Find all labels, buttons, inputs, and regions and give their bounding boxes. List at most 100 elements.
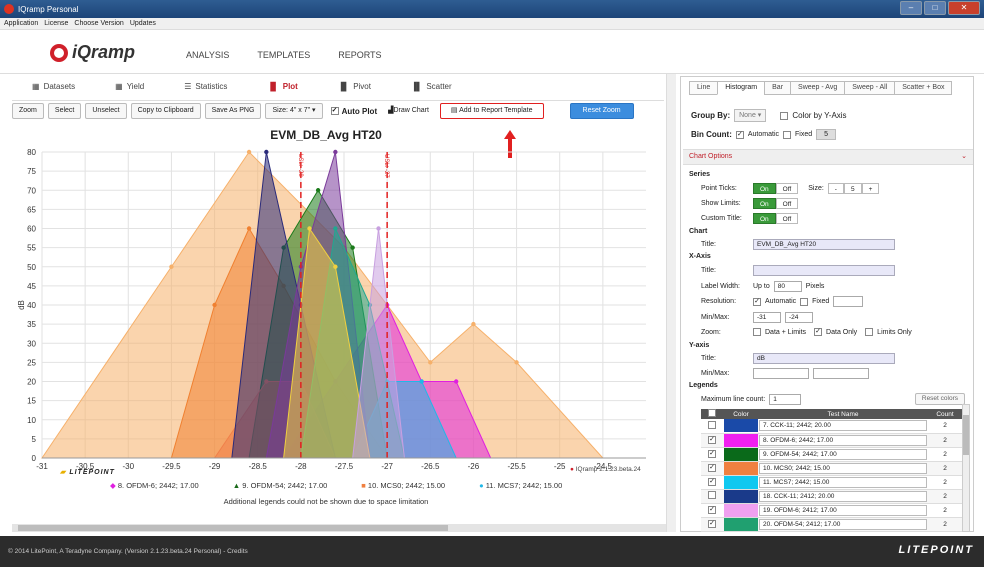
color-cell[interactable] [723, 503, 759, 518]
chart-options-header[interactable]: Chart Options ⌄ [683, 149, 973, 165]
point-ticks-toggle[interactable]: On Off [753, 183, 799, 194]
color-cell[interactable] [723, 433, 759, 448]
menu-license[interactable]: License [44, 20, 68, 27]
size-dropdown[interactable]: Size: 4" x 7" ▾ [265, 103, 323, 119]
tab-scatter[interactable]: ▐▌ Scatter [391, 78, 472, 96]
group-by-dropdown[interactable]: None ▾ [734, 109, 767, 122]
resolution-input[interactable] [833, 296, 864, 307]
zoom-button[interactable]: Zoom [12, 103, 44, 119]
color-swatch[interactable] [724, 503, 758, 517]
tab-sweep-all[interactable]: Sweep - All [844, 81, 896, 95]
color-cell[interactable] [723, 517, 759, 532]
nav-reports[interactable]: REPORTS [338, 50, 381, 60]
table-row[interactable]: ✓ 9. OFDM-54; 2442; 17.00 2 [701, 447, 963, 462]
label-width-input[interactable]: 80 [773, 281, 802, 292]
test-name[interactable]: 20. OFDM-54; 2412; 17.00 [759, 518, 927, 530]
limits-only-checkbox[interactable] [865, 328, 874, 336]
test-name[interactable]: 19. OFDM-6; 2412; 17.00 [759, 504, 927, 516]
size-stepper[interactable]: -5 + [827, 183, 880, 194]
color-cell[interactable] [723, 489, 759, 504]
tab-sweep-avg[interactable]: Sweep - Avg [790, 81, 846, 95]
menu-choose-version[interactable]: Choose Version [74, 20, 123, 27]
resolution-automatic-checkbox[interactable]: ✓ [753, 297, 761, 306]
iqramp-logo[interactable]: iQramp [50, 42, 135, 63]
x-axis-title-input[interactable] [753, 265, 895, 276]
row-checkbox[interactable] [708, 420, 716, 429]
data-limits-checkbox[interactable] [753, 328, 761, 336]
color-swatch[interactable] [724, 419, 758, 433]
close-button[interactable]: ✕ [948, 1, 980, 15]
size-value[interactable]: 5 [843, 183, 862, 194]
increment-button[interactable]: + [861, 183, 880, 194]
color-swatch[interactable] [724, 489, 758, 503]
add-to-report-template-button[interactable]: ▤ Add to Report Template [439, 103, 544, 119]
legend-item[interactable]: ▲ 9. OFDM-54; 2442; 17.00 [233, 481, 328, 490]
color-cell[interactable] [723, 461, 759, 476]
select-all-header[interactable] [701, 409, 723, 419]
maximize-button[interactable]: □ [924, 1, 946, 15]
tab-histogram[interactable]: Histogram [717, 81, 766, 95]
color-cell[interactable] [723, 475, 759, 490]
test-name[interactable]: 10. MCS0; 2442; 15.00 [759, 462, 927, 474]
select-all-checkbox[interactable] [708, 409, 716, 417]
scrollbar-thumb[interactable] [963, 415, 969, 455]
on-option[interactable]: On [753, 213, 776, 224]
test-name[interactable]: 11. MCS7; 2442; 15.00 [759, 476, 927, 488]
reset-colors-button[interactable]: Reset colors [914, 393, 965, 405]
automatic-checkbox[interactable]: ✓ [735, 130, 744, 139]
color-by-y-checkbox[interactable] [780, 111, 789, 120]
tab-yield[interactable]: ▦ Yield [95, 78, 164, 96]
max-line-count-input[interactable]: 1 [769, 393, 802, 405]
on-option[interactable]: On [753, 183, 776, 194]
splitter-scrollbar[interactable] [666, 74, 676, 532]
scrollbar-thumb[interactable] [18, 525, 448, 531]
tab-plot[interactable]: ▐▌ Plot [247, 78, 317, 96]
table-row[interactable]: 7. CCK-11; 2442; 20.00 2 [701, 419, 963, 434]
row-checkbox[interactable] [708, 491, 716, 499]
tab-scatter-box[interactable]: Scatter + Box [894, 81, 953, 95]
table-row[interactable]: ✓ 20. OFDM-54; 2412; 17.00 2 [701, 517, 963, 532]
auto-plot-checkbox[interactable]: ✓ Auto Plot [330, 107, 377, 116]
legend-item[interactable]: ■ 10. MCS0; 2442; 15.00 [361, 481, 445, 490]
row-checkbox[interactable]: ✓ [708, 506, 716, 514]
color-swatch[interactable] [724, 517, 758, 531]
draw-chart-button[interactable]: ▟Draw Chart [381, 103, 436, 119]
test-name[interactable]: 9. OFDM-54; 2442; 17.00 [759, 448, 927, 460]
y-axis-title-input[interactable]: dB [753, 353, 895, 364]
y-max-input[interactable] [813, 368, 869, 379]
tab-statistics[interactable]: ☰ Statistics [164, 78, 247, 96]
row-checkbox[interactable]: ✓ [708, 464, 716, 472]
table-row[interactable]: ✓ 10. MCS0; 2442; 15.00 2 [701, 461, 963, 476]
select-button[interactable]: Select [47, 103, 82, 119]
on-option[interactable]: On [753, 198, 776, 209]
resolution-fixed-checkbox[interactable] [800, 297, 809, 306]
data-only-checkbox[interactable]: ✓ [814, 328, 823, 336]
nav-templates[interactable]: TEMPLATES [257, 50, 310, 60]
legend-item[interactable]: ◆ 8. OFDM-6; 2442; 17.00 [110, 481, 199, 490]
unselect-button[interactable]: Unselect [85, 103, 127, 119]
row-checkbox[interactable]: ✓ [708, 436, 716, 444]
color-swatch[interactable] [724, 475, 758, 489]
row-checkbox[interactable]: ✓ [708, 478, 716, 486]
table-row[interactable]: ✓ 19. OFDM-6; 2412; 17.00 2 [701, 503, 963, 518]
x-max-input[interactable]: -24 [785, 312, 813, 323]
horizontal-scrollbar[interactable] [12, 524, 666, 532]
tab-bar[interactable]: Bar [764, 81, 792, 95]
test-name[interactable]: 18. CCK-11; 2412; 20.00 [759, 490, 927, 502]
table-row[interactable]: 18. CCK-11; 2412; 20.00 2 [701, 489, 963, 504]
fixed-bin-input[interactable]: 5 [816, 129, 837, 140]
off-option[interactable]: Off [775, 213, 799, 224]
tab-line[interactable]: Line [689, 81, 719, 95]
color-cell[interactable] [723, 447, 759, 462]
color-swatch[interactable] [724, 461, 758, 475]
x-min-input[interactable]: -31 [753, 312, 781, 323]
color-swatch[interactable] [724, 433, 758, 447]
off-option[interactable]: Off [775, 183, 799, 194]
menu-updates[interactable]: Updates [130, 20, 156, 27]
test-name[interactable]: 7. CCK-11; 2442; 20.00 [759, 420, 927, 432]
copy-to-clipboard-button[interactable]: Copy to Clipboard [130, 103, 201, 119]
legend-table-scrollbar[interactable] [962, 404, 970, 532]
tab-pivot[interactable]: ▐▌ Pivot [318, 78, 391, 96]
menu-application[interactable]: Application [4, 20, 38, 27]
fixed-checkbox[interactable] [783, 130, 791, 139]
